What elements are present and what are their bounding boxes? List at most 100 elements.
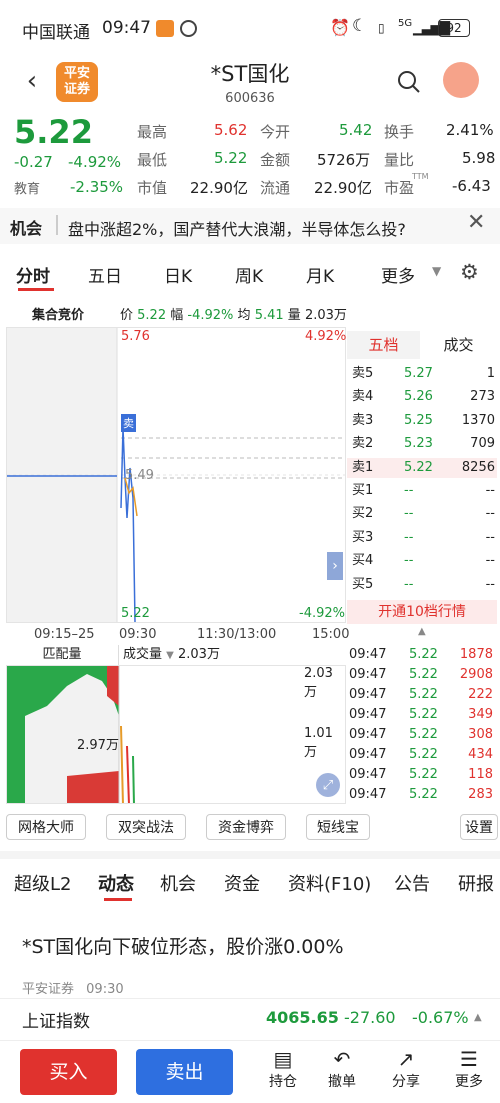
tab-intraday[interactable]: 分时 [16, 262, 50, 287]
index-chevron-icon[interactable]: ▲ [474, 1012, 482, 1023]
market-cap-label: 市值 [137, 179, 168, 197]
tool-short-term[interactable]: 短线宝 [306, 814, 370, 840]
tool-double-break[interactable]: 双突战法 [106, 814, 186, 840]
order-level-volume: 1370 [461, 412, 495, 428]
broker-line2: 证券 [63, 82, 90, 97]
trade-price: 5.22 [409, 747, 438, 762]
tab-five-day[interactable]: 五日 [88, 262, 122, 287]
market-cap-value: 22.90亿 [190, 179, 248, 197]
tab-five-levels[interactable]: 五档 [347, 331, 420, 359]
more-action[interactable]: ☰ 更多 [449, 1047, 489, 1091]
auction-avg-label: 均 [237, 308, 251, 323]
trade-price: 5.22 [409, 687, 438, 702]
trade-time: 09:47 [349, 667, 387, 682]
tab-news[interactable]: 动态 [98, 870, 134, 896]
network-label: 5G [398, 18, 413, 29]
broker-line1: 平安 [63, 66, 90, 81]
settings-button[interactable]: 设置 [460, 814, 498, 840]
tab-announcement[interactable]: 公告 [394, 870, 430, 896]
order-level-row: 买3 -- -- [352, 526, 497, 549]
trade-volume: 1878 [459, 647, 493, 662]
price-change-pct: -4.92% [68, 153, 122, 171]
order-level-label: 卖5 [352, 366, 374, 381]
index-bar[interactable]: 上证指数 4065.65 -27.60 -0.67% ▲ [0, 998, 500, 1038]
close-icon[interactable]: ✕ [467, 210, 485, 235]
tab-research[interactable]: 研报 [458, 870, 494, 896]
buy-button[interactable]: 买入 [20, 1049, 117, 1095]
order-level-row: 买4 -- -- [352, 549, 497, 572]
trade-list: 09:47 5.22 1878 09:47 5.22 2908 09:47 5.22 222 09… [349, 645, 497, 805]
tab-funds[interactable]: 资金 [224, 870, 260, 896]
expand-panel-icon[interactable]: › [327, 552, 343, 580]
pe-value: -6.43 [452, 177, 491, 195]
volume-header-value: 2.03万 [178, 647, 220, 662]
trade-volume: 283 [468, 787, 493, 802]
open-label: 今开 [260, 123, 291, 141]
tab-month-k[interactable]: 月K [306, 262, 334, 287]
volume-ratio-value: 5.98 [462, 149, 496, 167]
tab-opportunity[interactable]: 机会 [160, 870, 196, 896]
back-icon[interactable]: ‹ [18, 66, 46, 96]
auction-label: 集合竞价 [32, 308, 85, 323]
index-name: 上证指数 [22, 1012, 90, 1032]
chevron-down-icon[interactable]: ▼ [432, 264, 441, 278]
tab-match-volume[interactable]: 匹配量 [6, 645, 118, 665]
tab-week-k[interactable]: 周K [235, 262, 263, 287]
gear-icon[interactable]: ⚙ [460, 260, 479, 284]
tab-day-k[interactable]: 日K [164, 262, 192, 287]
tool-fund-game[interactable]: 资金博弈 [206, 814, 286, 840]
avatar[interactable] [443, 62, 479, 98]
search-icon[interactable] [396, 69, 422, 95]
cancel-order-icon: ↶ [333, 1047, 351, 1071]
tab-trades[interactable]: 成交 [420, 331, 497, 359]
tab-f10[interactable]: 资料(F10) [288, 870, 371, 896]
hold-action[interactable]: ▤ 持仓 [263, 1047, 303, 1091]
tab-trade-volume[interactable]: 成交量 [123, 647, 162, 662]
status-bar: 中国联通 09:47 ⏰ ☾ ▯ 5G ▁▃▅▇ 92 [0, 0, 500, 56]
low-label: 最低 [137, 151, 168, 169]
time-close: 15:00 [312, 627, 350, 642]
order-level-volume: -- [485, 576, 495, 592]
pe-label: 市盈 [384, 179, 415, 197]
tab-more[interactable]: 更多 [381, 262, 415, 287]
turnover-value: 2.41% [446, 121, 494, 139]
cancel-action[interactable]: ↶ 撤单 [322, 1047, 362, 1091]
bottom-action-bar: 买入 卖出 ▤ 持仓 ↶ 撤单 ↗ 分享 ☰ 更多 [0, 1040, 500, 1103]
trade-time: 09:47 [349, 707, 387, 722]
tab-super-l2[interactable]: 超级L2 [14, 870, 71, 896]
sell-marker: 卖 [121, 414, 136, 432]
chevron-up-icon[interactable]: ▲ [418, 626, 426, 637]
trade-row: 09:47 5.22 434 [349, 745, 497, 765]
index-pct: -0.67% [412, 1008, 469, 1027]
order-level-row: 卖3 5.25 1370 [352, 409, 497, 432]
auction-price: 5.22 [137, 308, 167, 323]
order-level-volume: 1 [486, 366, 495, 381]
auction-avg: 5.41 [254, 308, 284, 323]
stock-code: 600636 [225, 91, 275, 106]
order-level-volume: -- [485, 482, 495, 498]
share-action[interactable]: ↗ 分享 [386, 1047, 426, 1091]
intraday-chart[interactable]: 5.76 4.92% 5.49 5.22 -4.92% 卖 › [6, 327, 346, 623]
volume-dropdown-icon[interactable]: ▼ [166, 650, 174, 661]
order-level-label: 卖4 [352, 389, 374, 405]
battery-icon: 92 [438, 19, 470, 37]
open-level10-button[interactable]: 开通10档行情 [347, 600, 497, 624]
carrier: 中国联通 [22, 23, 90, 43]
trade-price: 5.22 [409, 707, 438, 722]
news-banner[interactable]: 机会 盘中涨超2%，国产替代大浪潮，半导体怎么投? ✕ [0, 208, 500, 244]
index-value: 4065.65 [266, 1008, 339, 1027]
sell-button[interactable]: 卖出 [136, 1049, 233, 1095]
trade-time: 09:47 [349, 747, 387, 762]
order-level-label: 卖2 [352, 436, 374, 452]
price-change: -0.27 [14, 153, 53, 171]
article-title[interactable]: *ST国化向下破位形态，股价涨0.00% [22, 932, 344, 959]
order-level-price: 5.23 [404, 436, 433, 452]
trade-price: 5.22 [409, 787, 438, 802]
float-cap-value: 22.90亿 [314, 179, 372, 197]
order-level-price: -- [404, 576, 414, 592]
fullscreen-icon[interactable]: ⤢ [316, 773, 340, 797]
sector-name[interactable]: 教育 [14, 178, 40, 197]
tool-grid-master[interactable]: 网格大师 [6, 814, 86, 840]
high-value: 5.62 [214, 121, 248, 139]
time-midday: 11:30/13:00 [197, 627, 277, 642]
